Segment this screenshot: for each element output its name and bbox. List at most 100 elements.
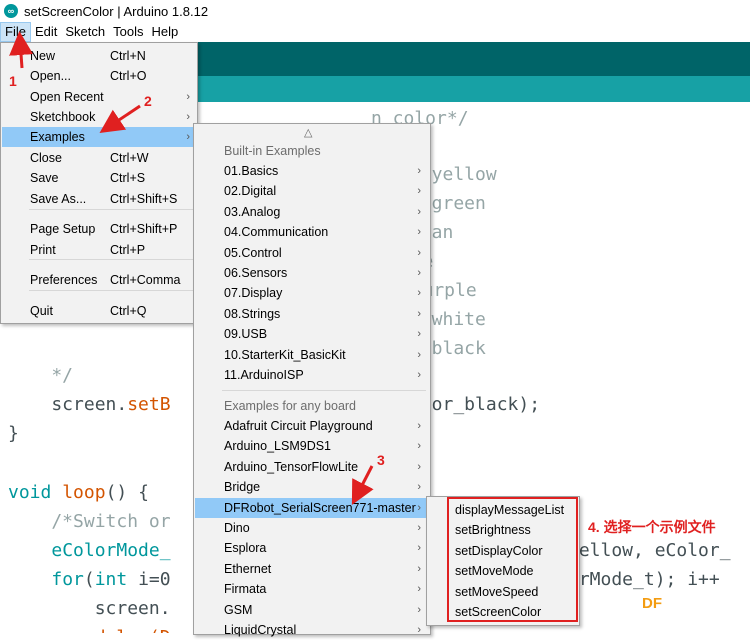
examples-item[interactable]: GSM ›	[195, 600, 429, 620]
menu-item-label: Save As...	[30, 192, 87, 206]
menu-item-label: Print	[30, 243, 56, 257]
examples-item[interactable]: Arduino_LSM9DS1 ›	[195, 436, 429, 456]
menu-item-label: Arduino_TensorFlowLite	[224, 459, 359, 474]
examples-item[interactable]: Dino ›	[195, 518, 429, 538]
file-menu-item-save-as[interactable]: Save As... Ctrl+Shift+S	[2, 189, 196, 209]
examples-item[interactable]: 07.Display ›	[195, 283, 429, 303]
chevron-right-icon: ›	[417, 624, 421, 636]
examples-item[interactable]: 05.Control ›	[195, 243, 429, 263]
arduino-logo-icon: ∞	[4, 4, 18, 18]
examples-item[interactable]: 10.StarterKit_BasicKit ›	[195, 345, 429, 365]
menu-item-label: Dino	[224, 521, 250, 535]
code-line: yellow, eColor_	[568, 540, 731, 561]
menu-item-label: 01.Basics	[224, 164, 279, 178]
file-menu: New Ctrl+N Open... Ctrl+O Open Recent › Sketch…	[0, 42, 198, 324]
code-line: screen.setB	[8, 394, 171, 415]
code-line: eColorMode_	[51, 540, 171, 561]
chevron-right-icon: ›	[417, 603, 421, 616]
window-title: setScreenColor | Arduino 1.8.12	[24, 3, 209, 19]
menu-item-label: Save	[30, 171, 59, 185]
menu-item-label: 11.ArduinoISP	[224, 368, 304, 382]
menu-item-shortcut: Ctrl+W	[110, 151, 149, 165]
file-menu-item-open-recent[interactable]: Open Recent ›	[2, 87, 196, 107]
title-bar: ∞ setScreenColor | Arduino 1.8.12	[0, 0, 750, 22]
chevron-right-icon: ›	[417, 287, 421, 300]
annotation-step1: 1	[9, 73, 17, 89]
menu-item-label: 03.Analog	[224, 204, 281, 219]
examples-item[interactable]: Ethernet ›	[195, 559, 429, 579]
annotation-step2: 2	[144, 93, 152, 109]
file-menu-item-close[interactable]: Close Ctrl+W	[2, 148, 196, 168]
menu-item-shortcut: Ctrl+S	[110, 171, 146, 185]
watermark-logo: DF	[642, 595, 662, 612]
code-line: screen.	[8, 598, 171, 619]
menu-item-label: 06.Sensors	[224, 266, 288, 280]
chevron-right-icon: ›	[417, 328, 421, 341]
file-menu-item-new[interactable]: New Ctrl+N	[2, 46, 196, 66]
code-line: */	[8, 365, 74, 386]
file-menu-item-print[interactable]: Print Ctrl+P	[2, 240, 196, 260]
menu-tools[interactable]: Tools	[109, 23, 147, 41]
examples-item[interactable]: 04.Communication ›	[195, 222, 429, 242]
examples-item[interactable]: 06.Sensors ›	[195, 263, 429, 283]
chevron-right-icon: ›	[417, 420, 421, 432]
chevron-right-icon: ›	[417, 267, 421, 279]
file-menu-item-sketchbook[interactable]: Sketchbook ›	[2, 107, 196, 127]
menu-item-label: Arduino_LSM9DS1	[224, 439, 332, 454]
chevron-right-icon: ›	[417, 165, 421, 177]
menu-item-label: Firmata	[224, 582, 267, 597]
menu-item-label: Close	[30, 151, 62, 165]
menu-item-shortcut: Ctrl+Shift+P	[110, 222, 178, 236]
examples-item[interactable]: Arduino_TensorFlowLite ›	[195, 457, 429, 477]
menu-separator	[222, 390, 426, 391]
file-menu-item-examples[interactable]: Examples ›	[2, 127, 196, 147]
menu-item-label: Quit	[30, 304, 53, 318]
file-menu-item-preferences[interactable]: Preferences Ctrl+Comma	[2, 270, 196, 290]
examples-item[interactable]: 02.Digital ›	[195, 181, 429, 201]
menu-help[interactable]: Help	[147, 23, 182, 41]
menu-item-label: 09.USB	[224, 327, 268, 342]
examples-item[interactable]: DFRobot_SerialScreen771-master ›	[195, 497, 429, 518]
examples-item[interactable]: 09.USB ›	[195, 324, 429, 344]
chevron-right-icon: ›	[186, 131, 190, 143]
menu-file[interactable]: File	[0, 22, 31, 42]
scroll-up-icon[interactable]: △	[304, 126, 312, 139]
menu-separator	[29, 290, 193, 291]
examples-item[interactable]: Firmata ›	[195, 579, 429, 599]
menu-item-label: Open Recent	[30, 90, 104, 104]
menu-item-label: 05.Control	[224, 245, 282, 260]
menu-item-label: Page Setup	[30, 222, 96, 236]
chevron-right-icon: ›	[417, 185, 421, 198]
menu-item-label: GSM	[224, 602, 253, 617]
examples-submenu: △ Built-in Examples 01.Basics › 02.Digital…	[193, 123, 431, 637]
menu-item-label: 07.Display	[224, 286, 283, 301]
file-menu-item-page-setup[interactable]: Page Setup Ctrl+Shift+P	[2, 219, 196, 239]
file-menu-item-open[interactable]: Open... Ctrl+O	[2, 66, 196, 86]
builtin-examples-header: Built-in Examples	[224, 144, 321, 158]
menu-sketch[interactable]: Sketch	[61, 23, 109, 41]
examples-item[interactable]: Esplora ›	[195, 538, 429, 558]
file-menu-item-save[interactable]: Save Ctrl+S	[2, 168, 196, 188]
menu-item-label: DFRobot_SerialScreen771-master	[224, 500, 416, 515]
chevron-right-icon: ›	[417, 348, 421, 361]
examples-item[interactable]: LiquidCrystal ›	[195, 620, 429, 640]
menu-item-shortcut: Ctrl+N	[110, 49, 146, 63]
chevron-right-icon: ›	[417, 522, 421, 534]
file-menu-item-quit[interactable]: Quit Ctrl+Q	[2, 301, 196, 321]
menu-item-label: Adafruit Circuit Playground	[224, 419, 373, 433]
code-line: void loop() {	[8, 482, 149, 503]
examples-item[interactable]: 01.Basics ›	[195, 161, 429, 181]
examples-item[interactable]: Adafruit Circuit Playground ›	[195, 416, 429, 436]
examples-item[interactable]: 11.ArduinoISP ›	[195, 365, 429, 385]
menu-item-label: Preferences	[30, 273, 98, 287]
annotation-step4: 4. 选择一个示例文件	[588, 519, 716, 535]
chevron-right-icon: ›	[417, 583, 421, 596]
examples-item[interactable]: 03.Analog ›	[195, 202, 429, 222]
menu-item-label: New	[30, 49, 56, 63]
examples-item[interactable]: Bridge ›	[195, 477, 429, 497]
menu-item-label: LiquidCrystal	[224, 623, 297, 637]
examples-item[interactable]: 08.Strings ›	[195, 304, 429, 324]
menu-item-label: 08.Strings	[224, 306, 281, 321]
menu-edit[interactable]: Edit	[31, 23, 61, 41]
annotation-step3: 3	[377, 452, 385, 468]
